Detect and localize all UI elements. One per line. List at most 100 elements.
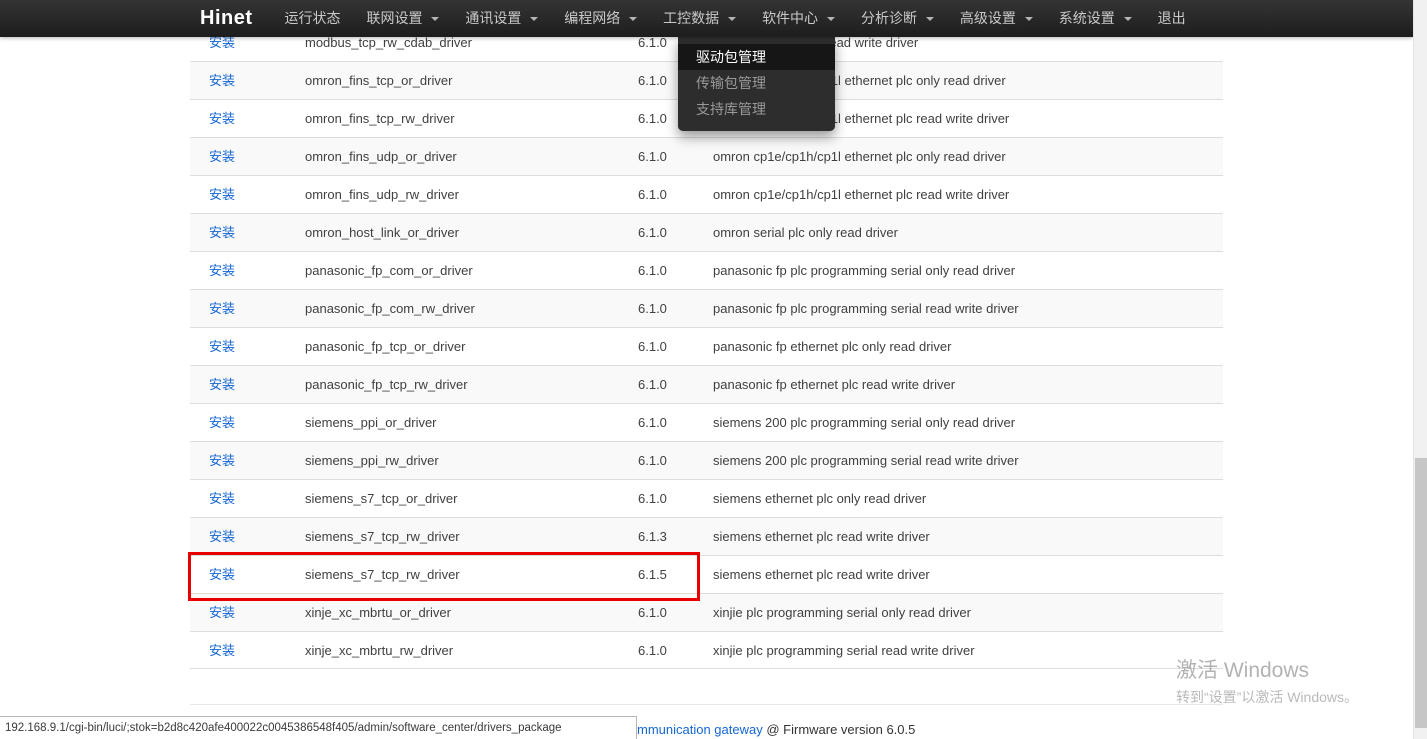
install-cell: 安装 <box>190 100 297 137</box>
install-cell: 安装 <box>190 480 297 517</box>
driver-version: 6.1.0 <box>630 176 705 213</box>
footer-gateway-link[interactable]: mmunication gateway <box>637 722 763 737</box>
driver-description: xinjie plc programming serial only read … <box>705 594 1223 631</box>
table-row: 安装 xinje_xc_mbrtu_or_driver 6.1.0 xinjie… <box>190 593 1223 631</box>
install-link[interactable]: 安装 <box>209 491 235 506</box>
nav-item[interactable]: 分析诊断 <box>848 0 947 37</box>
driver-version: 6.1.0 <box>630 366 705 403</box>
driver-name: omron_host_link_or_driver <box>297 214 630 251</box>
browser-status-url: 192.168.9.1/cgi-bin/luci/;stok=b2d8c420a… <box>0 716 637 739</box>
nav-item-label: 工控数据 <box>663 10 719 26</box>
nav-item[interactable]: 系统设置 <box>1046 0 1145 37</box>
table-row: 安装 panasonic_fp_com_rw_driver 6.1.0 pana… <box>190 289 1223 327</box>
install-link[interactable]: 安装 <box>209 567 235 582</box>
brand-logo[interactable]: Hinet <box>200 7 253 30</box>
footer-divider <box>190 704 1223 705</box>
driver-name: siemens_s7_tcp_rw_driver <box>297 518 630 555</box>
install-link[interactable]: 安装 <box>209 73 235 88</box>
driver-description: panasonic fp plc programming serial read… <box>705 290 1223 327</box>
driver-name: omron_fins_udp_rw_driver <box>297 176 630 213</box>
driver-description: siemens ethernet plc read write driver <box>705 518 1223 555</box>
nav-item[interactable]: 软件中心 <box>749 0 848 37</box>
install-link[interactable]: 安装 <box>209 605 235 620</box>
driver-name: siemens_ppi_rw_driver <box>297 442 630 479</box>
install-link[interactable]: 安装 <box>209 301 235 316</box>
driver-version: 6.1.0 <box>630 328 705 365</box>
install-cell: 安装 <box>190 632 297 668</box>
install-cell: 安装 <box>190 328 297 365</box>
nav-item[interactable]: 退出 <box>1145 0 1199 37</box>
nav-item[interactable]: 通讯设置 <box>452 0 551 37</box>
install-link[interactable]: 安装 <box>209 453 235 468</box>
table-row: 安装 siemens_s7_tcp_rw_driver 6.1.5 siemen… <box>190 555 1223 593</box>
install-link[interactable]: 安装 <box>209 339 235 354</box>
install-link[interactable]: 安装 <box>209 149 235 164</box>
table-row: 安装 omron_host_link_or_driver 6.1.0 omron… <box>190 213 1223 251</box>
install-cell: 安装 <box>190 176 297 213</box>
install-link[interactable]: 安装 <box>209 111 235 126</box>
nav-item[interactable]: 工控数据 <box>650 0 749 37</box>
install-link[interactable]: 安装 <box>209 643 235 658</box>
nav-item-label: 运行状态 <box>285 10 341 26</box>
driver-description: siemens ethernet plc only read driver <box>705 480 1223 517</box>
install-cell: 安装 <box>190 138 297 175</box>
driver-version: 6.1.5 <box>630 556 705 593</box>
table-row: 安装 xinje_xc_mbrtu_rw_driver 6.1.0 xinjie… <box>190 631 1223 669</box>
install-cell: 安装 <box>190 214 297 251</box>
driver-name: siemens_s7_tcp_or_driver <box>297 480 630 517</box>
table-row: 安装 siemens_ppi_or_driver 6.1.0 siemens 2… <box>190 403 1223 441</box>
nav-item[interactable]: 运行状态 <box>272 0 354 37</box>
install-link[interactable]: 安装 <box>209 225 235 240</box>
install-cell: 安装 <box>190 290 297 327</box>
driver-description: xinjie plc programming serial read write… <box>705 632 1223 668</box>
driver-version: 6.1.0 <box>630 594 705 631</box>
driver-description: omron cp1e/cp1h/cp1l ethernet plc only r… <box>705 138 1223 175</box>
install-cell: 安装 <box>190 404 297 441</box>
driver-name: siemens_ppi_or_driver <box>297 404 630 441</box>
nav-menu: 运行状态 联网设置 通讯设置 编程网络 工控数据 软件中心 分析诊断 高级设置 … <box>272 0 1199 37</box>
driver-name: xinje_xc_mbrtu_rw_driver <box>297 632 630 668</box>
chevron-down-icon <box>1025 17 1033 21</box>
driver-description: panasonic fp ethernet plc only read driv… <box>705 328 1223 365</box>
dropdown-item[interactable]: 驱动包管理 <box>678 44 835 70</box>
nav-item[interactable]: 联网设置 <box>354 0 453 37</box>
chevron-down-icon <box>926 17 934 21</box>
driver-version: 6.1.0 <box>630 252 705 289</box>
dropdown-item[interactable]: 传输包管理 <box>678 70 835 96</box>
install-cell: 安装 <box>190 556 297 593</box>
table-row: 安装 siemens_s7_tcp_rw_driver 6.1.3 siemen… <box>190 517 1223 555</box>
install-link[interactable]: 安装 <box>209 377 235 392</box>
driver-name: omron_fins_tcp_rw_driver <box>297 100 630 137</box>
nav-item[interactable]: 高级设置 <box>947 0 1046 37</box>
driver-description: panasonic fp plc programming serial only… <box>705 252 1223 289</box>
install-cell: 安装 <box>190 518 297 555</box>
install-link[interactable]: 安装 <box>209 187 235 202</box>
scrollbar-thumb[interactable] <box>1415 458 1427 728</box>
chevron-down-icon <box>827 17 835 21</box>
driver-description: omron serial plc only read driver <box>705 214 1223 251</box>
nav-item-label: 分析诊断 <box>861 10 917 26</box>
software-center-dropdown: 驱动包管理 传输包管理 支持库管理 <box>678 37 835 131</box>
vertical-scrollbar[interactable] <box>1413 0 1427 739</box>
driver-version: 6.1.0 <box>630 214 705 251</box>
driver-description: siemens ethernet plc read write driver <box>705 556 1223 593</box>
nav-item-label: 通讯设置 <box>465 10 521 26</box>
driver-description: omron cp1e/cp1h/cp1l ethernet plc read w… <box>705 176 1223 213</box>
table-row: 安装 panasonic_fp_tcp_rw_driver 6.1.0 pana… <box>190 365 1223 403</box>
chevron-down-icon <box>1124 17 1132 21</box>
dropdown-item[interactable]: 支持库管理 <box>678 96 835 122</box>
nav-item[interactable]: 编程网络 <box>551 0 650 37</box>
driver-version: 6.1.0 <box>630 632 705 668</box>
install-link[interactable]: 安装 <box>209 415 235 430</box>
chevron-down-icon <box>431 17 439 21</box>
nav-item-label: 系统设置 <box>1059 10 1115 26</box>
install-link[interactable]: 安装 <box>209 529 235 544</box>
install-link[interactable]: 安装 <box>209 263 235 278</box>
table-row: 安装 panasonic_fp_tcp_or_driver 6.1.0 pana… <box>190 327 1223 365</box>
chevron-down-icon <box>629 17 637 21</box>
install-link[interactable]: 安装 <box>209 35 235 50</box>
driver-name: panasonic_fp_tcp_rw_driver <box>297 366 630 403</box>
install-cell: 安装 <box>190 62 297 99</box>
driver-version: 6.1.0 <box>630 404 705 441</box>
footer: mmunication gateway @ Firmware version 6… <box>637 722 915 737</box>
